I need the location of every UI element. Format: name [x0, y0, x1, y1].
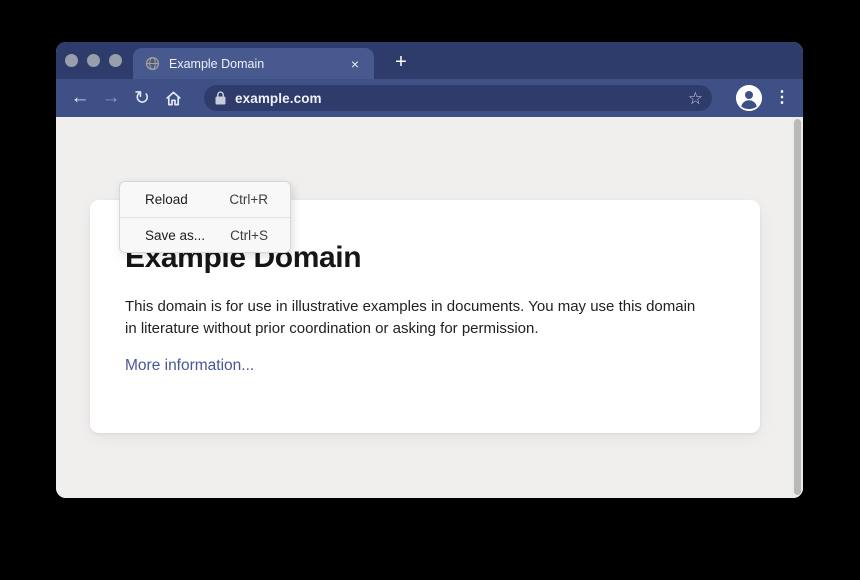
page-viewport: Example Domain This domain is for use in…	[56, 117, 803, 498]
back-button[interactable]: ←	[69, 86, 91, 110]
scrollbar-track	[792, 117, 803, 498]
tab-title: Example Domain	[169, 57, 348, 71]
browser-menu-button[interactable]: ⋮	[774, 90, 790, 106]
minimize-window-icon[interactable]	[87, 54, 100, 67]
tab-example-domain[interactable]: Example Domain ×	[133, 48, 374, 79]
traffic-lights	[65, 54, 122, 67]
menu-item-reload[interactable]: Reload Ctrl+R	[120, 182, 290, 217]
more-information-link[interactable]: More information...	[125, 357, 254, 375]
menu-item-label: Reload	[145, 192, 188, 207]
home-icon	[164, 89, 183, 108]
kebab-menu-icon: ⋮	[774, 89, 790, 106]
close-window-icon[interactable]	[65, 54, 78, 67]
new-tab-button[interactable]: +	[388, 50, 414, 76]
maximize-window-icon[interactable]	[109, 54, 122, 67]
lock-icon	[215, 91, 226, 105]
avatar-person-icon	[736, 85, 762, 111]
menu-item-shortcut: Ctrl+S	[230, 228, 268, 243]
browser-window: Example Domain × + ← → ↻ example.com	[56, 42, 803, 498]
menu-item-label: Save as...	[145, 228, 205, 243]
back-arrow-icon: ←	[71, 87, 90, 109]
scrollbar-thumb[interactable]	[794, 119, 801, 495]
reload-button[interactable]: ↻	[131, 86, 153, 110]
forward-button[interactable]: →	[100, 86, 122, 110]
plus-icon: +	[395, 51, 407, 73]
menu-item-save-as[interactable]: Save as... Ctrl+S	[120, 217, 290, 252]
context-menu: Reload Ctrl+R Save as... Ctrl+S	[119, 181, 291, 253]
home-button[interactable]	[162, 86, 184, 110]
forward-arrow-icon: →	[102, 87, 121, 109]
page-paragraph: This domain is for use in illustrative e…	[125, 296, 710, 340]
menu-item-shortcut: Ctrl+R	[229, 192, 268, 207]
globe-favicon-icon	[145, 56, 160, 71]
url-text: example.com	[235, 91, 688, 106]
toolbar: ← → ↻ example.com ☆	[56, 79, 803, 117]
tab-close-icon[interactable]: ×	[348, 55, 362, 73]
titlebar: Example Domain × +	[56, 42, 803, 79]
address-bar[interactable]: example.com ☆	[204, 85, 712, 111]
reload-icon: ↻	[134, 87, 150, 110]
profile-avatar-button[interactable]	[736, 85, 762, 111]
bookmark-star-icon[interactable]: ☆	[688, 90, 703, 107]
